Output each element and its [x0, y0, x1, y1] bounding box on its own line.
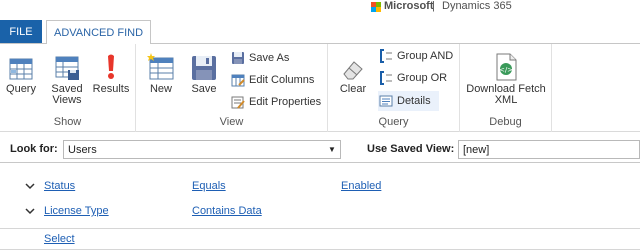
edit-columns-button[interactable]: Edit Columns: [230, 70, 314, 90]
view-group-label: View: [219, 116, 244, 128]
svg-text:</>: </>: [499, 66, 513, 74]
details-label: Details: [397, 95, 431, 107]
brand-company: Microsoft: [384, 0, 434, 12]
exclamation-icon: [96, 48, 126, 82]
results-button[interactable]: Results: [91, 48, 131, 95]
saved-view-select[interactable]: [new]: [458, 140, 640, 159]
group-or-label: Group OR: [397, 72, 448, 84]
ribbon-group-query: Clear Group AND Group OR Details Query: [328, 44, 460, 132]
query-group-label: Query: [378, 116, 409, 128]
brand-separator: |: [432, 0, 435, 12]
show-group-label: Show: [53, 116, 82, 128]
clear-button-label: Clear: [339, 83, 367, 95]
ribbon-tabs: FILE ADVANCED FIND: [0, 20, 640, 44]
eraser-icon: [338, 48, 368, 82]
clear-button[interactable]: Clear: [336, 48, 370, 95]
debug-group-label: Debug: [489, 116, 522, 128]
ribbon-group-debug: </> Download Fetch XML Debug: [460, 44, 552, 132]
criteria-row: License Type Contains Data: [0, 201, 640, 223]
criteria-row: Status Equals Enabled: [0, 176, 640, 198]
download-fetch-xml-label: Download Fetch XML: [466, 83, 546, 106]
criteria-field-link[interactable]: License Type: [44, 205, 109, 217]
save-button-label: Save: [191, 83, 217, 95]
chevron-down-icon[interactable]: [24, 205, 36, 217]
dropdown-arrow-icon: ▼: [328, 145, 336, 154]
new-button-label: New: [149, 83, 172, 95]
results-label: Results: [92, 83, 130, 95]
saved-view-value: [new]: [463, 143, 490, 156]
group-and-icon: [378, 48, 394, 64]
criteria-operator-link[interactable]: Equals: [192, 180, 226, 192]
tab-file[interactable]: FILE: [0, 20, 42, 43]
tab-advanced-find[interactable]: ADVANCED FIND: [46, 20, 151, 44]
save-button[interactable]: Save: [186, 48, 222, 95]
criteria-operator-link[interactable]: Contains Data: [192, 205, 262, 217]
saved-views-label: Saved Views: [51, 83, 83, 106]
xml-file-icon: </>: [491, 48, 521, 82]
chevron-down-icon[interactable]: [24, 180, 36, 192]
look-for-label: Look for:: [10, 143, 58, 155]
new-view-icon: [146, 48, 176, 82]
group-or-icon: [378, 70, 394, 86]
edit-properties-icon: [230, 94, 246, 110]
edit-columns-icon: [230, 72, 246, 88]
edit-columns-label: Edit Columns: [249, 74, 315, 86]
group-or-button[interactable]: Group OR: [378, 68, 447, 88]
saved-views-button[interactable]: Saved Views: [47, 48, 87, 106]
select-row: Select: [0, 228, 640, 250]
details-button[interactable]: Details: [378, 91, 439, 111]
group-and-label: Group AND: [397, 50, 454, 62]
brand-bar: Microsoft | Dynamics 365: [0, 0, 640, 20]
edit-properties-button[interactable]: Edit Properties: [230, 92, 321, 112]
ribbon-group-show: Query Saved Views Results Show: [0, 44, 136, 132]
query-button[interactable]: Query: [4, 48, 38, 95]
look-for-select[interactable]: Users ▼: [63, 140, 341, 159]
query-grid-icon: [6, 48, 36, 82]
edit-properties-label: Edit Properties: [249, 96, 322, 108]
look-for-bar: Look for: Users ▼ Use Saved View: [new]: [0, 139, 640, 163]
save-as-icon: [230, 50, 246, 66]
new-button[interactable]: New: [143, 48, 179, 95]
select-field-link[interactable]: Select: [44, 233, 75, 245]
look-for-value: Users: [68, 143, 97, 156]
saved-view-label: Use Saved View:: [367, 143, 455, 155]
criteria-value-link[interactable]: Enabled: [341, 180, 381, 192]
saved-views-icon: [52, 48, 82, 82]
ribbon: Query Saved Views Results Show New Save …: [0, 43, 640, 132]
details-icon: [378, 93, 394, 109]
ribbon-group-view: New Save Save As Edit Columns Edit Prope…: [136, 44, 328, 132]
save-as-label: Save As: [249, 52, 290, 64]
group-and-button[interactable]: Group AND: [378, 46, 453, 66]
download-fetch-xml-button[interactable]: </> Download Fetch XML: [466, 48, 546, 106]
query-button-label: Query: [6, 83, 36, 95]
save-as-button[interactable]: Save As: [230, 48, 289, 68]
criteria-field-link[interactable]: Status: [44, 180, 75, 192]
brand-product[interactable]: Dynamics 365: [442, 0, 512, 12]
floppy-disk-icon: [189, 48, 219, 82]
microsoft-logo-icon: [371, 2, 381, 12]
